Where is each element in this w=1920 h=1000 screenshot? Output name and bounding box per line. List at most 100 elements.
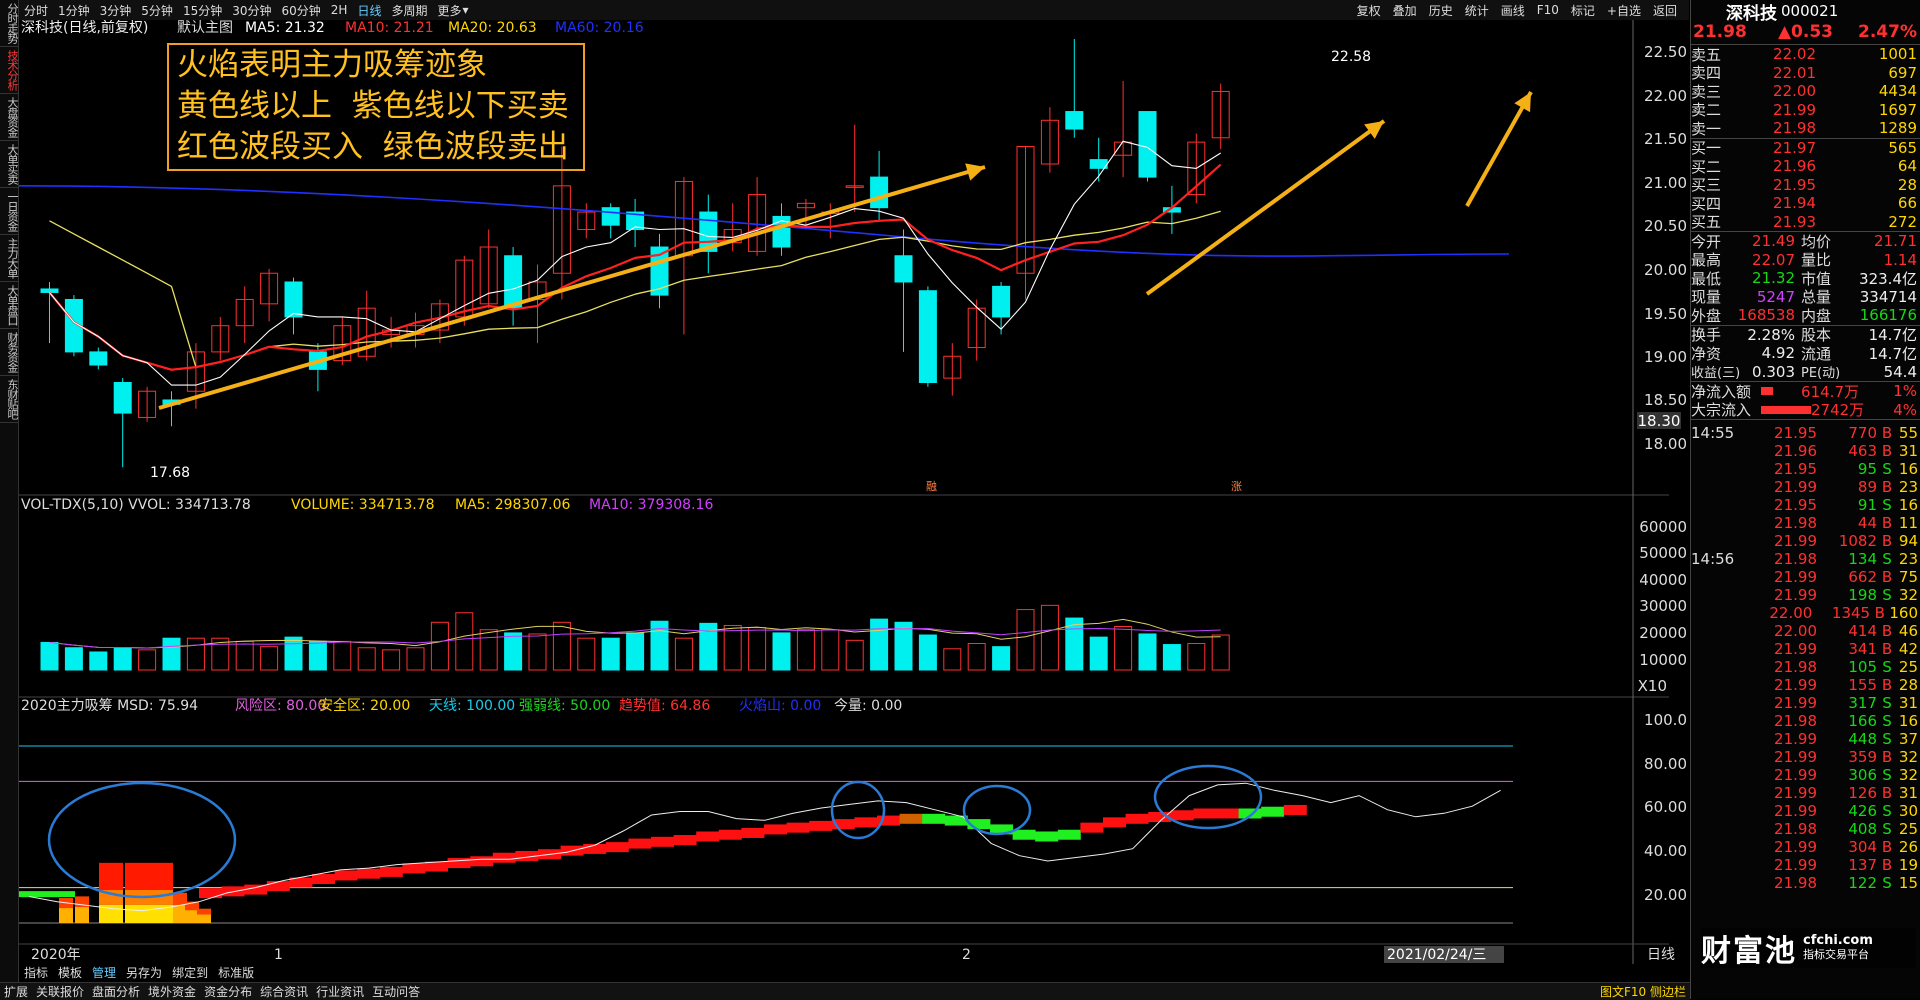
tab-qa[interactable]: 互动问答: [372, 983, 420, 1000]
ask1-vol: 1289: [1878, 119, 1917, 138]
tab-related-quote[interactable]: 关联报价: [36, 983, 84, 1000]
tab-fund-distribution[interactable]: 资金分布: [204, 983, 252, 1000]
tick-price: 21.98: [1774, 550, 1817, 568]
toolbar-right: 复权 叠加 历史 统计 画线 F10 标记 +自选 返回: [1351, 0, 1683, 20]
stat-mktcap: 323.4亿: [1859, 269, 1917, 288]
tick-volume: 166: [1848, 712, 1877, 730]
trend-step: [1193, 808, 1217, 819]
back-button[interactable]: 返回: [1653, 2, 1677, 19]
price-cursor-value: 18.30: [1638, 412, 1681, 430]
tab-board-analysis[interactable]: 盘面分析: [92, 983, 140, 1000]
stat-inner-label: 内盘: [1801, 306, 1832, 325]
menu-bind[interactable]: 绑定到: [172, 964, 208, 981]
tab-technical[interactable]: 技术分析: [0, 47, 19, 94]
blockflow-label: 大宗流入: [1691, 401, 1752, 420]
tab-market-fund[interactable]: 大盘资金: [0, 94, 19, 141]
tab-big-orderbook[interactable]: 大单盘口: [0, 282, 19, 329]
ma5-label: MA5: 21.32: [245, 20, 325, 36]
tick-count: 31: [1898, 442, 1918, 460]
period-day[interactable]: 日线: [357, 2, 381, 19]
trend-step: [1035, 831, 1059, 842]
period-label: 日线: [1647, 947, 1675, 963]
quote-code: 000021: [1781, 2, 1839, 20]
period-15m[interactable]: 15分钟: [183, 2, 222, 19]
iy-100: 100.0: [1644, 711, 1687, 729]
ask4-vol: 697: [1888, 63, 1917, 82]
tick-side: B: [1881, 424, 1893, 442]
tick-list[interactable]: 14:55 21.95 770 B 55 21.96 463 B 31 21.95 95 S 16 21.…: [1691, 424, 1920, 892]
bottom-tab-bar: 扩展 关联报价 盘面分析 境外资金 资金分布 综合资讯 行业资讯 互动问答 图文…: [0, 982, 1690, 1000]
history-button[interactable]: 历史: [1429, 2, 1453, 19]
low-label: 17.68: [150, 465, 190, 481]
quote-pct: 2.47%: [1858, 22, 1917, 42]
tick-row: 21.99 317 S 31: [1691, 694, 1920, 712]
trend-step: [651, 836, 674, 847]
tick-price: 21.99: [1774, 532, 1817, 550]
chart-layout-label[interactable]: 默认主图: [177, 20, 233, 36]
tab-news[interactable]: 综合资讯: [260, 983, 308, 1000]
tick-price: 21.99: [1774, 478, 1817, 496]
period-1m[interactable]: 1分钟: [58, 2, 90, 19]
netflow-bar: [1761, 387, 1773, 396]
tick-count: 31: [1898, 694, 1918, 712]
mark-button[interactable]: 标记: [1571, 2, 1595, 19]
annotation-line1: 火焰表明主力吸筹迹象: [177, 47, 487, 83]
overlay-button[interactable]: 叠加: [1393, 2, 1417, 19]
ind-safe-label: 安全区: 20.00: [319, 697, 410, 714]
tick-count: 160: [1889, 604, 1919, 622]
period-3m[interactable]: 3分钟: [100, 2, 132, 19]
add-watch-button[interactable]: +自选: [1607, 2, 1641, 19]
tick-time: 14:56: [1691, 550, 1735, 568]
tab-overseas-fund[interactable]: 境外资金: [148, 983, 196, 1000]
tick-row: 21.99 137 B 19: [1691, 856, 1920, 874]
volume-bar: [918, 634, 937, 671]
tick-row: 21.99 426 S 30: [1691, 802, 1920, 820]
menu-indicator[interactable]: 指标: [24, 964, 48, 981]
fq-button[interactable]: 复权: [1357, 2, 1381, 19]
period-multi[interactable]: 多周期: [391, 2, 427, 19]
menu-manage[interactable]: 管理: [92, 964, 116, 981]
tab-timeshare[interactable]: 分时走势: [0, 0, 19, 47]
period-5m[interactable]: 5分钟: [141, 2, 173, 19]
tab-big-order[interactable]: 大单买卖: [0, 141, 19, 188]
tab-expand[interactable]: 扩展: [4, 983, 28, 1000]
f10-button[interactable]: F10: [1537, 3, 1559, 17]
tick-side: B: [1881, 532, 1893, 550]
draw-button[interactable]: 画线: [1501, 2, 1525, 19]
tick-side: S: [1882, 694, 1892, 712]
tick-row: 21.99 448 S 37: [1691, 730, 1920, 748]
period-30m[interactable]: 30分钟: [232, 2, 271, 19]
tick-row: 21.99 89 B 23: [1691, 478, 1920, 496]
stat-netasset: 4.92: [1761, 344, 1795, 363]
tick-side: B: [1881, 676, 1893, 694]
menu-standard[interactable]: 标准版: [218, 964, 254, 981]
volume-bar: [40, 641, 59, 671]
tick-side: B: [1881, 838, 1893, 856]
trend-step: [1283, 804, 1307, 815]
trend-step: [357, 868, 381, 879]
period-more[interactable]: 更多: [437, 2, 461, 19]
stat-pe-label: PE(动): [1801, 366, 1841, 382]
tab-forum[interactable]: 东财贴吧: [0, 376, 19, 423]
stats-button[interactable]: 统计: [1465, 2, 1489, 19]
tick-price: 21.95: [1774, 424, 1817, 442]
tick-count: 23: [1898, 550, 1918, 568]
sidebar-toggle[interactable]: 图文F10 侧边栏: [1600, 983, 1686, 1000]
tab-day-fund[interactable]: 一日资金: [0, 188, 19, 235]
chevron-down-icon[interactable]: ▾: [463, 3, 469, 17]
blockflow-pct: 4%: [1893, 400, 1917, 419]
volume-bar: [992, 646, 1011, 671]
tab-finance[interactable]: 财务资金: [0, 329, 19, 376]
ask1-label: 卖一: [1691, 119, 1722, 138]
candle-body: [113, 381, 132, 414]
trend-step: [1080, 822, 1104, 833]
period-timeshare[interactable]: 分时: [24, 2, 48, 19]
tab-main-big[interactable]: 主力大单: [0, 235, 19, 282]
tab-industry-news[interactable]: 行业资讯: [316, 983, 364, 1000]
period-2h[interactable]: 2H: [331, 3, 348, 17]
quote-price: 21.98: [1693, 22, 1747, 42]
period-60m[interactable]: 60分钟: [282, 2, 321, 19]
menu-template[interactable]: 模板: [58, 964, 82, 981]
volume-bar: [89, 651, 108, 671]
menu-saveas[interactable]: 另存为: [126, 964, 162, 981]
